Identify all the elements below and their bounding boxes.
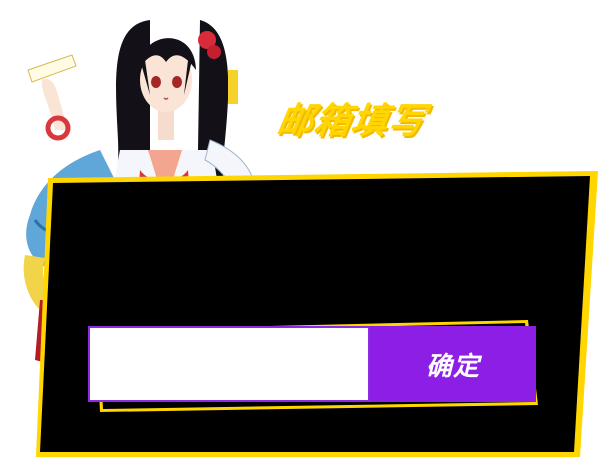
confirm-button[interactable]: 确定 [370,326,536,402]
email-input[interactable] [88,326,370,402]
